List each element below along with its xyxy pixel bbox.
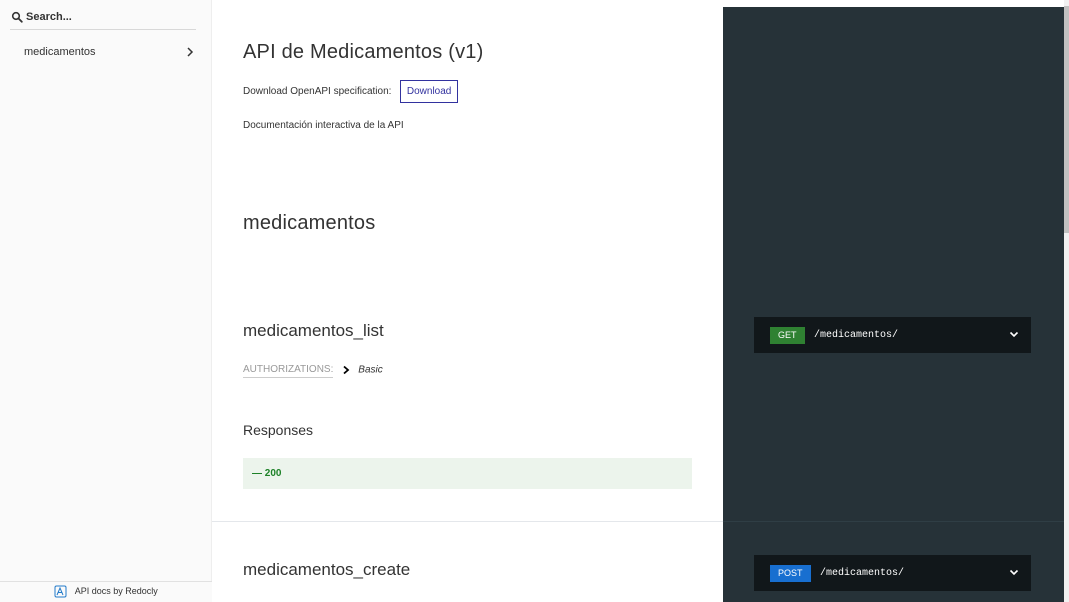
api-title: API de Medicamentos (v1) xyxy=(243,41,484,63)
download-row: Download OpenAPI specification: Download xyxy=(243,80,459,104)
api-content: API de Medicamentos (v1) Download OpenAP… xyxy=(212,0,723,602)
powered-by-text: API docs by Redocly xyxy=(74,586,158,596)
api-description: Documentación interactiva de la API xyxy=(243,120,404,131)
sidebar: Search... medicamentos API docs by Redoc… xyxy=(0,0,212,602)
sidebar-item-label: medicamentos xyxy=(24,46,96,58)
chevron-down-icon xyxy=(1009,569,1019,576)
authorizations-row: AUTHORIZATIONS: Basic xyxy=(243,361,383,379)
endpoint-path: /medicamentos/ xyxy=(820,568,905,579)
response-code: — 200 xyxy=(252,468,282,479)
search-box[interactable]: Search... xyxy=(10,8,196,30)
response-200-row[interactable]: — 200 xyxy=(243,458,692,489)
panel-top-edge xyxy=(723,0,1064,7)
section-divider xyxy=(212,521,723,522)
right-panel: GET /medicamentos/ POST /medicamentos/ xyxy=(723,0,1064,602)
search-input[interactable]: Search... xyxy=(26,11,72,23)
operation-title: medicamentos_list xyxy=(243,321,384,340)
chevron-down-icon xyxy=(1009,331,1019,338)
responses-title: Responses xyxy=(243,422,314,438)
scrollbar[interactable] xyxy=(1064,0,1069,602)
endpoint-toggle[interactable]: POST /medicamentos/ xyxy=(754,555,1031,591)
http-method-badge: POST xyxy=(770,565,811,582)
chevron-right-icon xyxy=(187,47,194,57)
http-method-badge: GET xyxy=(770,327,805,344)
download-label: Download OpenAPI specification: xyxy=(243,86,392,97)
scrollbar-thumb[interactable] xyxy=(1064,6,1069,233)
endpoint-path: /medicamentos/ xyxy=(814,330,899,341)
search-icon xyxy=(11,11,23,23)
chevron-right-icon xyxy=(343,365,350,374)
redocly-logo-icon xyxy=(54,585,67,597)
operation-title: medicamentos_create xyxy=(243,560,411,579)
authorization-value[interactable]: Basic xyxy=(358,364,382,375)
endpoint-toggle[interactable]: GET /medicamentos/ xyxy=(754,317,1031,353)
powered-by-redocly-link[interactable]: API docs by Redocly xyxy=(0,581,212,602)
authorizations-label: AUTHORIZATIONS: xyxy=(243,364,334,379)
sidebar-item-medicamentos[interactable]: medicamentos xyxy=(0,40,212,64)
panel-divider xyxy=(723,521,1064,522)
tag-title: medicamentos xyxy=(243,212,376,234)
download-button[interactable]: Download xyxy=(399,80,459,103)
